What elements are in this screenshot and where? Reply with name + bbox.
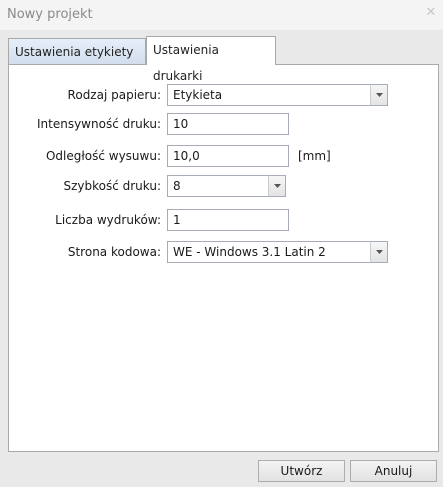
print-speed-label: Szybkość druku: [63, 179, 161, 193]
tab-label-settings[interactable]: Ustawienia etykiety [8, 38, 146, 64]
cancel-button[interactable]: Anuluj [350, 460, 437, 482]
copies-input[interactable]: 1 [167, 209, 289, 231]
close-icon[interactable]: ✕ [424, 5, 438, 21]
create-button[interactable]: Utwórz [258, 460, 345, 482]
print-speed-select[interactable]: 8 [167, 175, 269, 197]
feed-distance-input[interactable]: 10,0 [167, 145, 289, 167]
window-title: Nowy projekt [7, 7, 93, 22]
tab-printer-settings[interactable]: Ustawienia drukarki [146, 36, 276, 83]
print-speed-dropdown-button[interactable] [268, 175, 286, 197]
chevron-down-icon [376, 93, 383, 97]
feed-distance-unit: [mm] [298, 149, 331, 163]
chevron-down-icon [376, 250, 383, 254]
code-page-select[interactable]: WE - Windows 3.1 Latin 2 [167, 241, 371, 263]
code-page-label: Strona kodowa: [67, 245, 161, 259]
paper-type-dropdown-button[interactable] [370, 84, 388, 106]
tab-panel: Rodzaj papieru: Etykieta Intensywność dr… [8, 64, 439, 452]
intensity-input[interactable]: 10 [167, 113, 289, 135]
chevron-down-icon [274, 184, 281, 188]
paper-type-label: Rodzaj papieru: [67, 88, 161, 102]
code-page-dropdown-button[interactable] [370, 241, 388, 263]
copies-label: Liczba wydruków: [55, 213, 161, 227]
feed-distance-label: Odległość wysuwu: [45, 149, 161, 163]
intensity-label: Intensywność druku: [36, 117, 161, 131]
title-bar: Nowy projekt ✕ [0, 0, 443, 30]
